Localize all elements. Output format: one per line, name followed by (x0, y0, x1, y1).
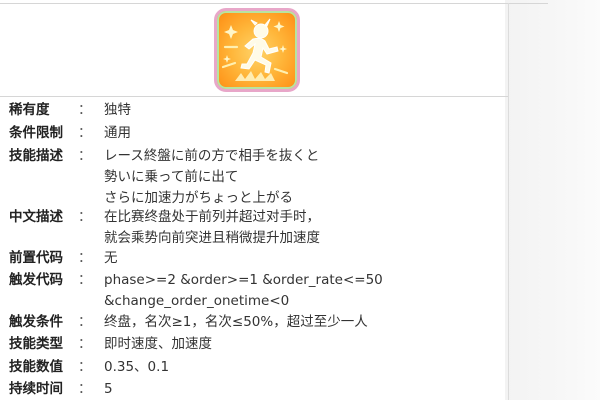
duration-label: 持续时间 (9, 381, 63, 397)
colon: ： (78, 102, 92, 118)
description-jp-value: レース終盤に前の方で相手を抜くと 勢いに乗って前に出て さらに加速力がちょっと上… (104, 146, 319, 209)
value-line: 5 (104, 381, 113, 397)
running-figure-icon (221, 18, 289, 81)
duration-value: 5 (104, 379, 113, 400)
skill-type-label: 技能类型 (9, 336, 63, 352)
value-line: 勢いに乗って前に出て (104, 169, 239, 185)
vertical-divider (508, 3, 509, 400)
skill-detail-page: 稀有度 ： 独特 条件限制 ： 通用 技能描述 ： レース終盤に前の方で相手を抜… (0, 0, 600, 400)
colon: ： (78, 381, 92, 397)
restriction-label: 条件限制 (9, 125, 63, 141)
rarity-value: 独特 (104, 100, 131, 121)
skill-type-value: 即时速度、加速度 (104, 334, 212, 355)
value-line: 独特 (104, 102, 131, 118)
top-divider (0, 3, 548, 4)
value-line: 在比赛终盘处于前列并超过对手时， (104, 209, 320, 225)
colon: ： (78, 209, 92, 225)
colon: ： (78, 148, 92, 164)
colon: ： (78, 336, 92, 352)
trigger-code-value: phase>=2 &order>=1 &order_rate<=50 &chan… (104, 270, 383, 312)
value-line: phase>=2 &order>=1 &order_rate<=50 (104, 272, 383, 288)
description-cn-label: 中文描述 (9, 209, 63, 225)
colon: ： (78, 272, 92, 288)
colon: ： (78, 359, 92, 375)
value-line: 通用 (104, 125, 131, 141)
colon: ： (78, 125, 92, 141)
value-line: レース終盤に前の方で相手を抜くと (104, 148, 320, 164)
value-line: 即时速度、加速度 (104, 336, 212, 352)
precondition-code-value: 无 (104, 248, 118, 269)
description-cn-value: 在比赛终盘处于前列并超过对手时， 就会乘势向前突进且稍微提升加速度 (104, 207, 320, 249)
skill-value-label: 技能数值 (9, 359, 63, 375)
trigger-code-label: 触发代码 (9, 272, 63, 288)
skill-value-value: 0.35、0.1 (104, 357, 169, 378)
icon-divider (0, 96, 508, 97)
colon: ： (78, 314, 92, 330)
trigger-condition-value: 终盘，名次≥1，名次≤50%，超过至少一人 (104, 312, 368, 333)
value-line: 0.35、0.1 (104, 359, 170, 375)
rarity-label: 稀有度 (9, 102, 50, 118)
trigger-condition-label: 触发条件 (9, 314, 63, 330)
value-line: &change_order_onetime<0 (104, 293, 290, 309)
colon: ： (78, 250, 92, 266)
right-side-panel (505, 0, 600, 400)
restriction-value: 通用 (104, 123, 131, 144)
value-line: 无 (104, 250, 118, 266)
value-line: 就会乘势向前突进且稍微提升加速度 (104, 230, 320, 246)
precondition-code-label: 前置代码 (9, 250, 63, 266)
description-jp-label: 技能描述 (9, 148, 63, 164)
value-line: さらに加速力がちょっと上がる (104, 190, 293, 206)
running-burst-icon (214, 8, 300, 92)
value-line: 终盘，名次≥1，名次≤50%，超过至少一人 (104, 314, 368, 330)
